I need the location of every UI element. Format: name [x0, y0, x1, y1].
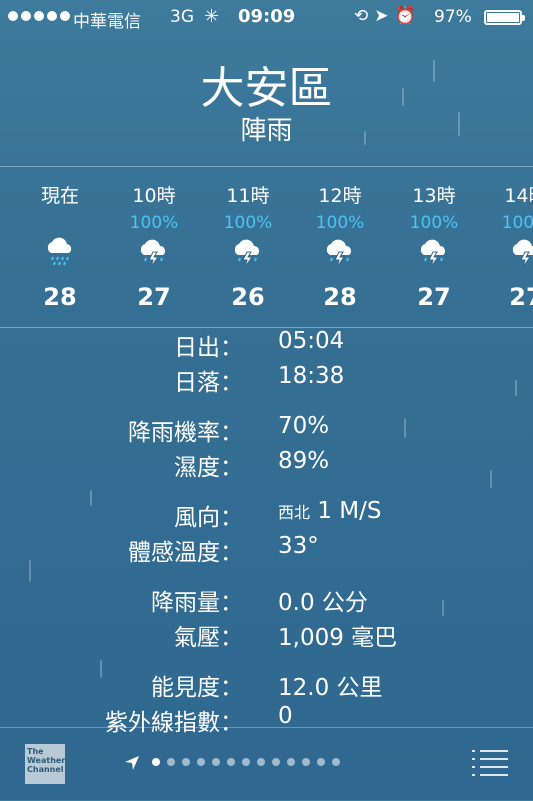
detail-value: 0	[278, 703, 293, 729]
location-title: 大安區	[200, 63, 333, 114]
thunderstorm-icon	[230, 231, 266, 268]
thunderstorm-icon	[416, 231, 452, 268]
battery-icon	[484, 10, 525, 25]
detail-key: 體感溫度：	[128, 540, 243, 566]
page-dot[interactable]	[227, 758, 235, 766]
battery-percent: 97%	[434, 7, 472, 27]
detail-key: 日出：	[174, 335, 243, 361]
hour-temp: 26	[231, 283, 265, 311]
detail-value: 18:38	[278, 363, 345, 389]
precip-chance: 100%	[409, 213, 459, 233]
detail-key: 氣壓：	[174, 625, 243, 651]
detail-row-humidity: 濕度： 89%	[0, 448, 533, 482]
hour-label: 10時	[132, 185, 176, 207]
detail-value: 70%	[278, 413, 330, 439]
detail-key: 降雨量：	[151, 590, 243, 616]
detail-value: 33°	[278, 533, 319, 559]
detail-value: 0.0 公分	[278, 590, 368, 616]
hour-temp: 27	[137, 283, 171, 311]
network-type: 3G	[170, 7, 194, 27]
current-location-icon[interactable]	[124, 755, 140, 771]
location-services-icon: ➤	[374, 6, 395, 26]
page-indicator[interactable]	[152, 758, 340, 766]
city-list-icon[interactable]	[472, 750, 508, 782]
precip-chance: 100%	[315, 213, 365, 233]
thunderstorm-icon	[322, 231, 358, 268]
detail-key: 風向：	[174, 505, 243, 531]
hour-label: 14時	[504, 185, 533, 207]
hour-temp: 28	[323, 283, 357, 311]
detail-row-feels-like: 體感溫度： 33°	[0, 533, 533, 567]
hour-label: 12時	[318, 185, 362, 207]
alarm-icon: ⏰	[394, 6, 422, 26]
detail-row-visibility: 能見度： 12.0 公里	[0, 668, 533, 702]
hour-label: 現在	[40, 185, 79, 207]
clock: 09:09	[238, 6, 296, 27]
hour-temp: 28	[43, 283, 77, 311]
page-dot[interactable]	[332, 758, 340, 766]
weather-channel-logo[interactable]: The Weather Channel	[25, 744, 65, 784]
rotation-lock-icon: ⟲	[354, 6, 375, 26]
detail-row-sunrise: 日出： 05:04	[0, 328, 533, 362]
wind-speed: 1 M/S	[317, 498, 382, 524]
page-dot[interactable]	[317, 758, 325, 766]
detail-value: 12.0 公里	[278, 675, 383, 701]
detail-value: 05:04	[278, 328, 345, 354]
page-dot[interactable]	[257, 758, 265, 766]
thunderstorm-icon	[508, 231, 533, 268]
precip-chance: 100%	[129, 213, 179, 233]
hour-label: 13時	[412, 185, 456, 207]
activity-spinner-icon: ✳	[204, 6, 220, 27]
wind-direction: 西北	[278, 503, 311, 522]
precip-chance: 100%	[501, 213, 533, 233]
thunderstorm-icon	[136, 231, 172, 268]
signal-strength-icon	[8, 11, 70, 21]
page-dot[interactable]	[242, 758, 250, 766]
status-bar: 中華電信 3G ✳ 09:09 ⟲➤⏰ 97%	[0, 0, 533, 36]
bottom-toolbar: The Weather Channel	[0, 727, 533, 801]
page-dot[interactable]	[167, 758, 175, 766]
page-dot[interactable]	[152, 758, 160, 766]
page-dot[interactable]	[197, 758, 205, 766]
carrier-name: 中華電信	[73, 12, 141, 32]
detail-key: 濕度：	[174, 455, 243, 481]
detail-value: 89%	[278, 448, 330, 474]
hour-temp: 27	[417, 283, 451, 311]
hour-temp: 27	[509, 283, 533, 311]
page-dot[interactable]	[182, 758, 190, 766]
rain-cloud-icon	[42, 231, 78, 267]
detail-value: 西北 1 M/S	[278, 498, 381, 524]
page-dot[interactable]	[302, 758, 310, 766]
page-dot[interactable]	[272, 758, 280, 766]
hour-label: 11時	[226, 185, 270, 207]
status-icons: ⟲➤⏰	[354, 6, 422, 26]
detail-row-pressure: 氣壓： 1,009 毫巴	[0, 618, 533, 652]
detail-value: 1,009 毫巴	[278, 625, 398, 651]
detail-key: 能見度：	[151, 675, 243, 701]
detail-key: 日落：	[174, 370, 243, 396]
precip-chance: 100%	[223, 213, 273, 233]
detail-key: 降雨機率：	[128, 420, 243, 446]
detail-row-wind: 風向： 西北 1 M/S	[0, 498, 533, 532]
detail-row-rain-chance: 降雨機率： 70%	[0, 413, 533, 447]
detail-row-precipitation: 降雨量： 0.0 公分	[0, 583, 533, 617]
hourly-forecast[interactable]: 現在 28 10時 100% 27 11時 100% 26 12時 100% 2…	[0, 166, 533, 328]
detail-row-sunset: 日落： 18:38	[0, 363, 533, 397]
page-dot[interactable]	[212, 758, 220, 766]
page-dot[interactable]	[287, 758, 295, 766]
current-condition: 陣雨	[240, 116, 293, 146]
